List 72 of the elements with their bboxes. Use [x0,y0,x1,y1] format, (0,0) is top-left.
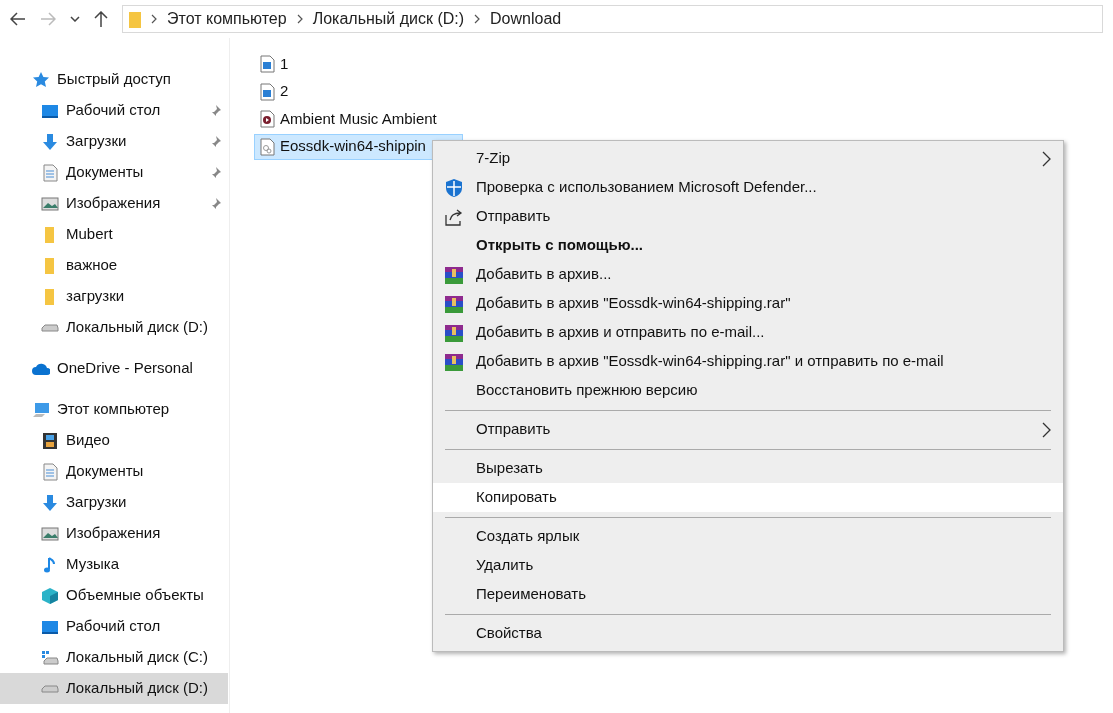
computer-icon [32,400,50,419]
file-item[interactable]: 1 [254,51,326,77]
books-icon [444,293,464,314]
books-icon [444,322,464,343]
sidebar-item[interactable]: Mubert [0,219,228,250]
up-arrow-icon[interactable] [94,11,108,27]
sidebar-item[interactable]: Видео [0,425,228,456]
sidebar-item[interactable]: Документы [0,456,228,487]
picture-icon [41,524,59,543]
chevron-down-icon[interactable] [70,16,80,22]
drive-icon [41,684,59,693]
menu-item[interactable]: Отправить [433,202,1063,231]
sidebar-item[interactable]: Этот компьютер [0,394,228,425]
books-icon [444,264,464,285]
sidebar-item[interactable]: Загрузки [0,126,228,157]
down-arrow-icon [41,493,59,512]
sidebar-item[interactable]: Рабочий стол [0,95,228,126]
sidebar-item[interactable]: Быстрый доступ [0,64,228,95]
menu-item[interactable]: Проверка с использованием Microsoft Defender... [433,173,1063,202]
sidebar-item[interactable]: Локальный диск (D:) [0,673,228,704]
menu-item[interactable]: Открыть с помощью... [433,231,1063,260]
breadcrumb-item[interactable]: Download [490,7,562,31]
address-bar[interactable]: Этот компьютер Локальный диск (D:) Download [122,5,1103,33]
picture-icon [41,194,59,213]
menu-item[interactable]: Восстановить прежнюю версию [433,376,1063,405]
document-icon [41,462,59,481]
menu-item[interactable]: Добавить в архив и отправить по e-mail... [433,318,1063,347]
drive-icon [41,323,59,332]
folder-icon [129,10,141,28]
chevron-right-icon [296,14,303,24]
sidebar-item[interactable]: Музыка [0,549,228,580]
menu-item[interactable]: Добавить в архив "Eossdk-win64-shipping.rar" и отправить по e-mail [433,347,1063,376]
sidebar-item[interactable]: Изображения [0,518,228,549]
sidebar-item[interactable]: важное [0,250,228,281]
file-item[interactable]: Ambient Music Ambient [254,106,474,132]
breadcrumb-item[interactable]: Этот компьютер [167,7,287,31]
image-file-icon [259,55,275,73]
document-icon [41,163,59,182]
sidebar-item[interactable]: Рабочий стол [0,611,228,642]
breadcrumb-item[interactable]: Локальный диск (D:) [312,7,465,31]
sidebar-item[interactable]: OneDrive - Personal [0,353,228,384]
film-icon [41,431,59,450]
star-icon [32,70,50,89]
image-file-icon [259,82,275,101]
sidebar-item[interactable]: Документы [0,157,228,188]
shield-icon [444,177,464,198]
chevron-right-icon [474,14,481,24]
cube-icon [41,586,59,605]
sidebar-item[interactable]: Локальный диск (D:) [0,312,228,343]
media-file-icon [259,110,275,128]
menu-item[interactable]: Вырезать [433,454,1063,483]
menu-item[interactable]: Удалить [433,551,1063,580]
books-icon [444,351,464,372]
menu-item[interactable]: Создать ярлык [433,522,1063,551]
menu-item[interactable]: Отправить [433,415,1063,444]
menu-item[interactable]: Переименовать [433,580,1063,609]
menu-item[interactable]: Добавить в архив... [433,260,1063,289]
sidebar-item[interactable]: Изображения [0,188,228,219]
menu-item[interactable]: Добавить в архив "Eossdk-win64-shipping.rar" [433,289,1063,318]
settings-file-icon [259,137,275,156]
file-item[interactable]: 2 [254,78,326,105]
drive-icon [41,648,59,667]
back-icon[interactable] [10,12,26,26]
sidebar-item[interactable]: Загрузки [0,487,228,518]
menu-item[interactable]: Копировать [433,483,1063,512]
sidebar-item[interactable]: загрузки [0,281,228,312]
sidebar-item[interactable]: Локальный диск (C:) [0,642,228,673]
menu-item[interactable]: Свойства [433,619,1063,648]
file-item[interactable]: Eossdk-win64-shippin [254,133,463,160]
down-arrow-icon [41,132,59,151]
chevron-right-icon [151,14,157,24]
sidebar-item[interactable]: Объемные объекты [0,580,228,611]
